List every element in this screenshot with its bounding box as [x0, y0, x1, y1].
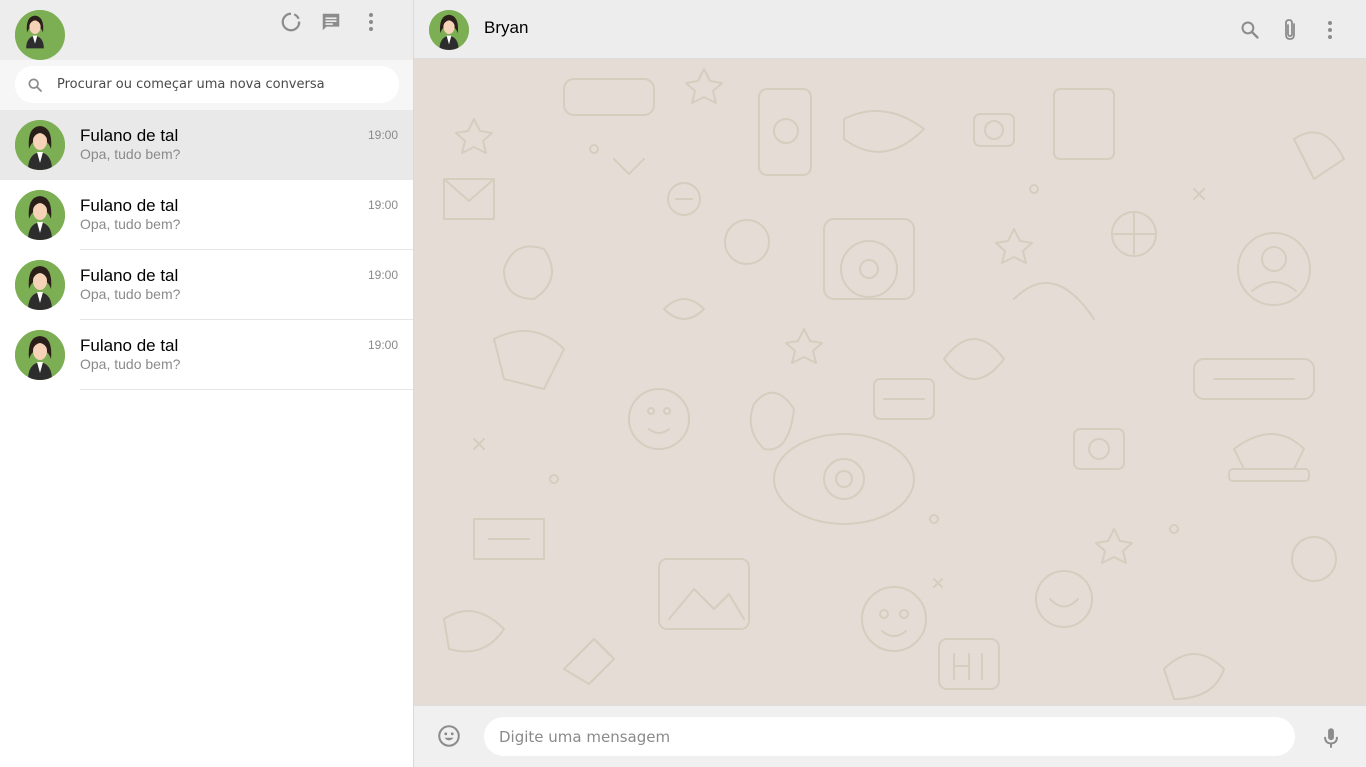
chat-time: 19:00 [367, 128, 398, 142]
chat-name: Fulano de tal [80, 196, 179, 215]
mic-icon[interactable] [1318, 725, 1344, 751]
contact-avatar [15, 190, 65, 240]
contact-name[interactable]: Bryan [484, 18, 528, 38]
conversation-menu-icon[interactable] [1317, 17, 1343, 43]
my-avatar[interactable] [15, 10, 65, 60]
message-composer [414, 705, 1366, 767]
sidebar-menu-icon[interactable] [351, 10, 391, 34]
chat-item-body: Fulano de tal 19:00 Opa, tudo bem? [80, 110, 413, 180]
chat-time: 19:00 [367, 338, 398, 352]
attach-icon[interactable] [1277, 17, 1303, 43]
search-icon [15, 77, 55, 93]
search-bar [0, 60, 413, 110]
chat-last-message: Opa, tudo bem? [80, 216, 181, 232]
search-box [15, 66, 399, 103]
wallpaper-doodles [443, 68, 1345, 700]
chat-last-message: Opa, tudo bem? [80, 146, 181, 162]
new-chat-icon[interactable] [311, 10, 351, 34]
chat-time: 19:00 [367, 268, 398, 282]
chat-list: Fulano de tal 19:00 Opa, tudo bem? Fulan… [0, 110, 413, 390]
message-input-box [484, 717, 1295, 756]
sidebar: Fulano de tal 19:00 Opa, tudo bem? Fulan… [0, 0, 414, 767]
chat-item-body: Fulano de tal 19:00 Opa, tudo bem? [80, 250, 413, 320]
conversation-pane: Bryan [414, 0, 1366, 767]
conversation-header: Bryan [414, 0, 1366, 59]
chat-item[interactable]: Fulano de tal 19:00 Opa, tudo bem? [0, 110, 413, 180]
app: Fulano de tal 19:00 Opa, tudo bem? Fulan… [0, 0, 1366, 767]
chat-item[interactable]: Fulano de tal 19:00 Opa, tudo bem? [0, 180, 413, 250]
chat-wallpaper [414, 59, 1366, 705]
chat-item-body: Fulano de tal 19:00 Opa, tudo bem? [80, 320, 413, 390]
contact-avatar [15, 120, 65, 170]
chat-name: Fulano de tal [80, 266, 179, 285]
sidebar-header [0, 0, 413, 60]
chat-item[interactable]: Fulano de tal 19:00 Opa, tudo bem? [0, 320, 413, 390]
contact-avatar [15, 260, 65, 310]
chat-time: 19:00 [367, 198, 398, 212]
chat-item[interactable]: Fulano de tal 19:00 Opa, tudo bem? [0, 250, 413, 320]
chat-item-body: Fulano de tal 19:00 Opa, tudo bem? [80, 180, 413, 250]
chat-last-message: Opa, tudo bem? [80, 286, 181, 302]
contact-avatar[interactable] [429, 10, 469, 50]
chat-name: Fulano de tal [80, 336, 179, 355]
chat-last-message: Opa, tudo bem? [80, 356, 181, 372]
message-input[interactable] [499, 717, 1279, 756]
search-input[interactable] [57, 77, 387, 92]
search-messages-icon[interactable] [1237, 17, 1263, 43]
chat-name: Fulano de tal [80, 126, 179, 145]
emoji-icon[interactable] [436, 723, 462, 749]
status-icon[interactable] [271, 10, 311, 34]
contact-avatar [15, 330, 65, 380]
